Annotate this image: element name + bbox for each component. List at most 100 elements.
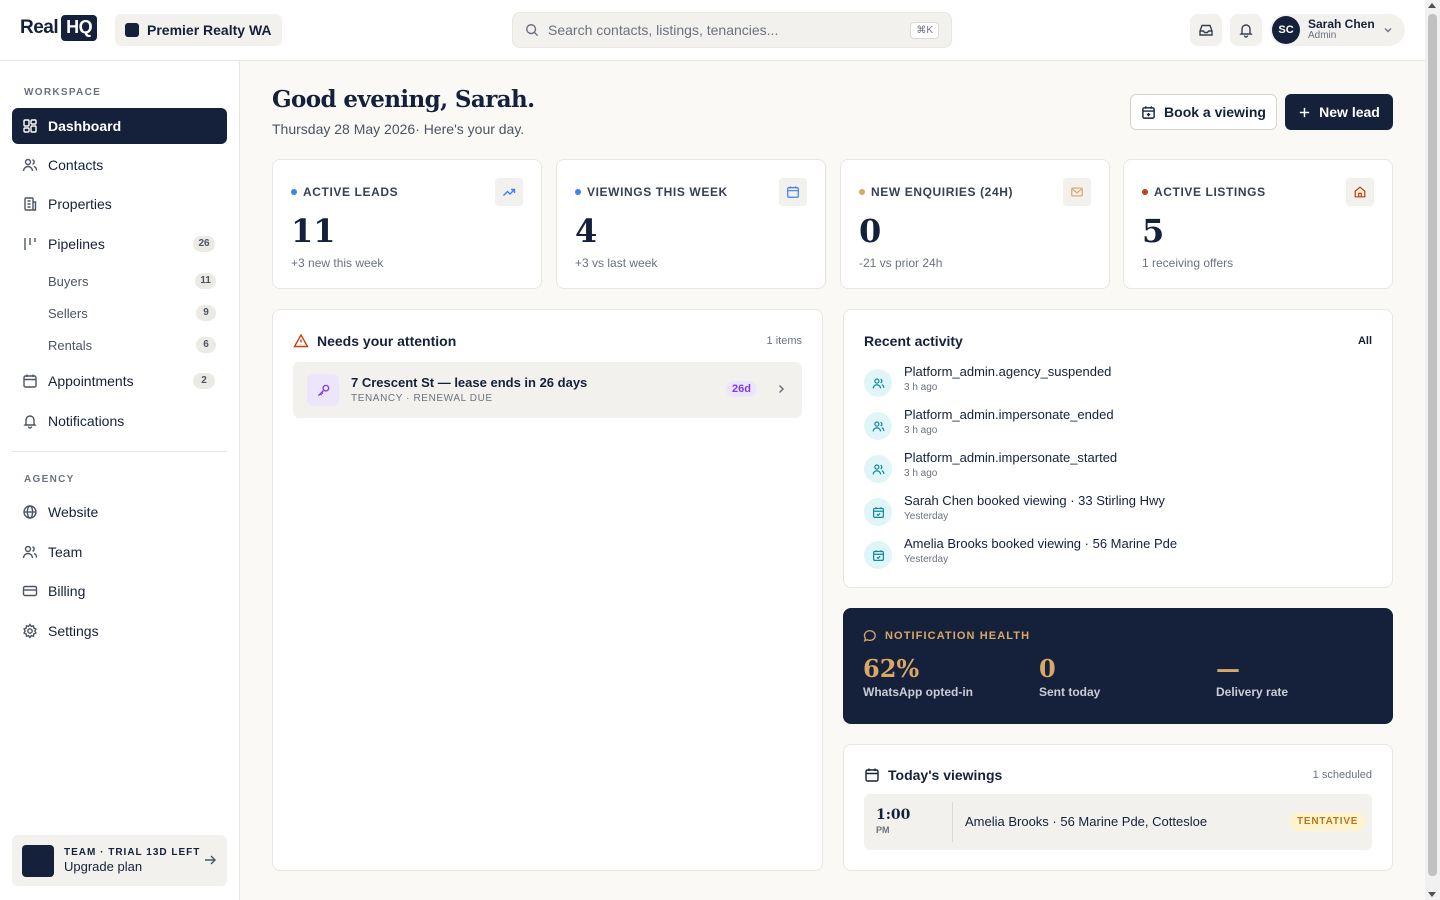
stat-label: NEW ENQUIRIES (24H) (871, 185, 1014, 199)
logo-word: Real (20, 17, 59, 38)
mail-icon (1063, 178, 1091, 206)
todays-viewings-title: Today's viewings (888, 767, 1003, 783)
sidebar-divider (12, 451, 227, 452)
metric-value: 0 (1039, 654, 1056, 683)
section-label-agency: AGENCY (24, 474, 75, 485)
top-bar: Real HQ Premier Realty WA ⌘K SC Sarah Ch… (0, 0, 1425, 61)
scroll-down-arrow[interactable] (1428, 892, 1436, 897)
sidebar-subitem-rentals[interactable]: Rentals 6 (48, 333, 216, 357)
user-menu[interactable]: SC Sarah Chen Admin (1270, 14, 1405, 46)
trial-status: TEAM · TRIAL 13D LEFT (64, 846, 201, 858)
users-icon (864, 412, 892, 440)
stat-value: 11 (291, 212, 336, 250)
sidebar-item-billing[interactable]: Billing (12, 573, 227, 609)
sidebar-item-label: Dashboard (48, 118, 122, 134)
appointments-count-badge: 2 (193, 373, 215, 389)
building-icon (22, 196, 38, 212)
calendar-icon (22, 373, 38, 389)
page-scrollbar[interactable] (1425, 0, 1440, 900)
count-badge: 6 (196, 337, 216, 353)
divider (952, 802, 953, 842)
section-label-workspace: WORKSPACE (24, 87, 102, 98)
activity-time: 3 h ago (904, 382, 938, 393)
search-bar[interactable]: ⌘K (512, 12, 952, 48)
calendar-icon (864, 498, 892, 526)
activity-item[interactable]: Platform_admin.agency_suspended 3 h ago (864, 364, 1364, 404)
pipeline-icon (22, 236, 38, 252)
stat-label: VIEWINGS THIS WEEK (587, 185, 728, 199)
activity-item[interactable]: Amelia Brooks booked viewing · 56 Marine… (864, 536, 1364, 576)
activity-item[interactable]: Platform_admin.impersonate_ended 3 h ago (864, 407, 1364, 447)
sidebar-item-properties[interactable]: Properties (12, 186, 227, 222)
stat-card-new-enquiries[interactable]: NEW ENQUIRIES (24H) 0 -21 vs prior 24h (840, 159, 1110, 289)
stat-note: +3 vs last week (575, 256, 658, 270)
list-item[interactable]: 7 Crescent St — lease ends in 26 days TE… (293, 362, 802, 418)
sidebar-item-appointments[interactable]: Appointments 2 (12, 363, 227, 399)
arrow-right-icon (205, 855, 216, 865)
sidebar-item-team[interactable]: Team (12, 534, 227, 570)
todays-viewings-card: Today's viewings 1 scheduled 1:00 PM Ame… (843, 744, 1393, 871)
users-icon (22, 544, 38, 560)
sidebar-item-settings[interactable]: Settings (12, 613, 227, 649)
bell-icon (1239, 24, 1253, 38)
sidebar-item-label: Appointments (48, 373, 134, 389)
calendar-plus-icon (1142, 105, 1155, 119)
stat-value: 0 (859, 212, 882, 250)
activity-time: Yesterday (904, 511, 949, 522)
page-subtitle: Thursday 28 May 2026· Here's your day. (272, 121, 525, 137)
sidebar-item-contacts[interactable]: Contacts (12, 147, 227, 183)
sidebar-item-label: Pipelines (48, 236, 105, 252)
warning-icon (293, 333, 309, 348)
plan-logo (22, 844, 54, 877)
sidebar-subitem-sellers[interactable]: Sellers 9 (48, 301, 216, 325)
book-viewing-label: Book a viewing (1164, 104, 1266, 120)
sidebar-item-label: Contacts (48, 157, 104, 173)
users-icon (864, 455, 892, 483)
stat-value: 5 (1142, 212, 1165, 250)
sidebar: WORKSPACE Dashboard Contacts Properties … (0, 61, 240, 900)
recent-activity-card: Recent activity All Platform_admin.agenc… (843, 309, 1393, 588)
stat-card-active-listings[interactable]: ACTIVE LISTINGS 5 1 receiving offers (1123, 159, 1393, 289)
stat-label: ACTIVE LISTINGS (1154, 185, 1266, 199)
inbox-button[interactable] (1190, 14, 1222, 46)
sidebar-item-dashboard[interactable]: Dashboard (12, 108, 227, 144)
viewing-details: Amelia Brooks · 56 Marine Pde, Cottesloe (965, 814, 1208, 829)
sidebar-item-notifications[interactable]: Notifications (12, 403, 227, 439)
status-badge: TENTATIVE (1289, 813, 1367, 831)
scroll-up-arrow[interactable] (1428, 3, 1436, 8)
message-icon (863, 630, 876, 643)
scroll-thumb[interactable] (1428, 14, 1437, 876)
agency-switcher[interactable]: Premier Realty WA (115, 14, 282, 46)
dashboard-icon (22, 118, 38, 134)
upgrade-plan-button[interactable]: TEAM · TRIAL 13D LEFT Upgrade plan (12, 835, 227, 886)
notification-health-title: NOTIFICATION HEALTH (885, 630, 1031, 642)
search-input[interactable] (548, 22, 911, 38)
gear-icon (22, 623, 38, 639)
sidebar-item-pipelines[interactable]: Pipelines 26 (12, 226, 227, 262)
viewing-row[interactable]: 1:00 PM Amelia Brooks · 56 Marine Pde, C… (864, 794, 1372, 850)
metric-label: Sent today (1039, 685, 1101, 699)
sidebar-item-label: Team (48, 544, 83, 560)
user-role: Admin (1308, 30, 1337, 42)
stat-card-viewings[interactable]: VIEWINGS THIS WEEK 4 +3 vs last week (556, 159, 826, 289)
agency-logo (125, 23, 139, 37)
activity-item[interactable]: Sarah Chen booked viewing · 33 Stirling … (864, 493, 1364, 533)
book-viewing-button[interactable]: Book a viewing (1130, 94, 1277, 130)
sidebar-subitem-buyers[interactable]: Buyers 11 (48, 269, 216, 293)
activity-item[interactable]: Platform_admin.impersonate_started 3 h a… (864, 450, 1364, 490)
view-all-link[interactable]: All (1358, 335, 1372, 347)
sidebar-item-website[interactable]: Website (12, 494, 227, 530)
sidebar-item-label: Properties (48, 196, 112, 212)
users-icon (864, 369, 892, 397)
stat-card-active-leads[interactable]: ACTIVE LEADS 11 +3 new this week (272, 159, 542, 289)
key-icon (307, 374, 339, 406)
pipelines-count-badge: 26 (193, 236, 215, 252)
new-lead-button[interactable]: New lead (1285, 94, 1393, 130)
notifications-button[interactable] (1230, 14, 1262, 46)
search-icon (526, 24, 539, 37)
logo[interactable]: Real HQ (20, 15, 98, 41)
stat-note: +3 new this week (291, 256, 384, 270)
new-lead-label: New lead (1319, 104, 1380, 120)
calendar-icon (779, 178, 807, 206)
activity-time: 3 h ago (904, 468, 938, 479)
